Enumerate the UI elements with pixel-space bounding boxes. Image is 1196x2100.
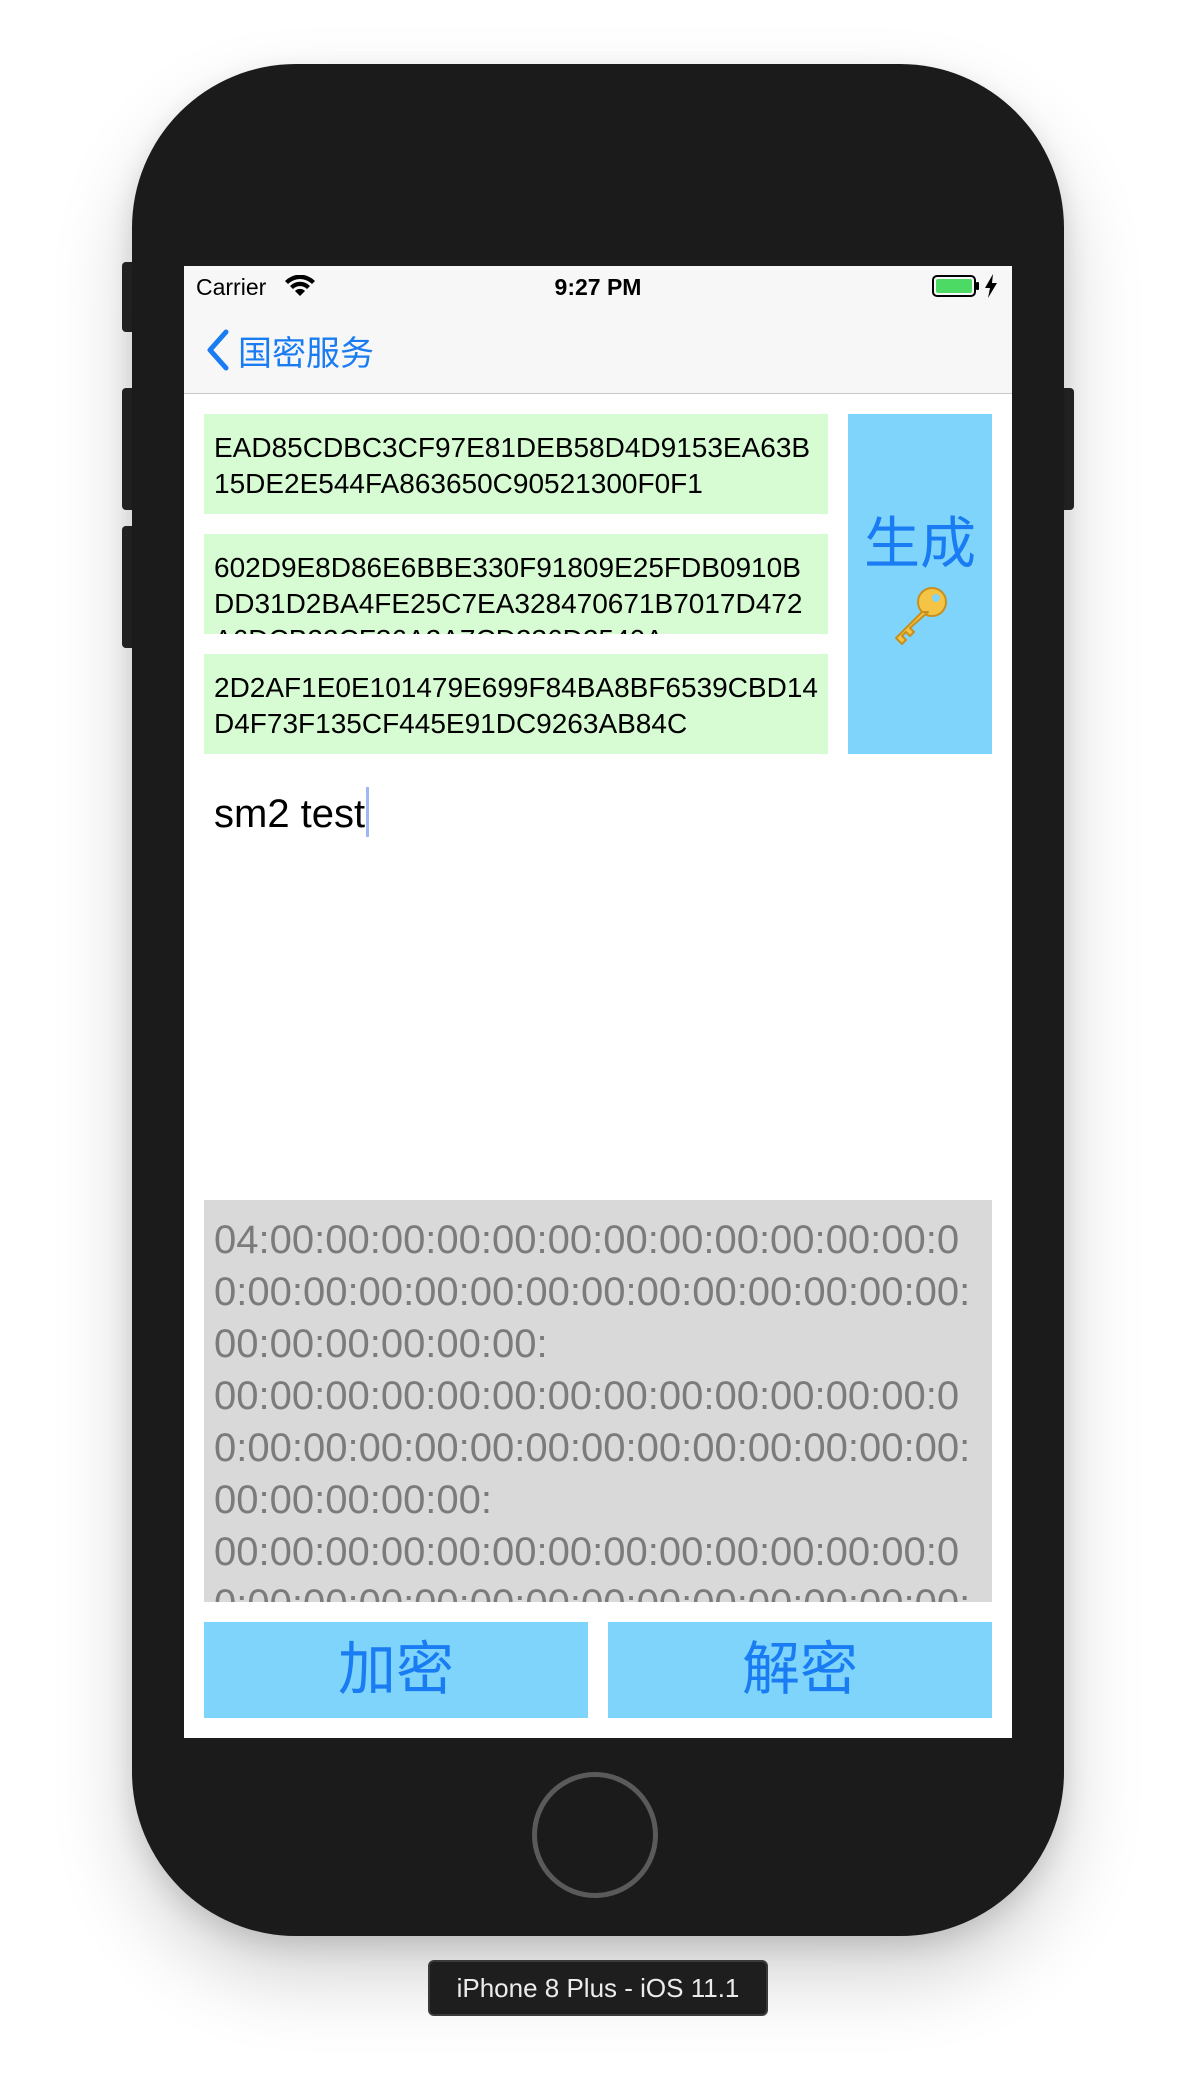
back-button[interactable]: 国密服务 bbox=[206, 324, 374, 376]
generate-key-button[interactable]: 生成 bbox=[848, 414, 992, 754]
charging-bolt-icon bbox=[985, 274, 997, 298]
key-field-3[interactable]: 2D2AF1E0E101479E699F84BA8BF6539CBD14D4F7… bbox=[204, 654, 828, 754]
battery-icon bbox=[932, 275, 979, 297]
plaintext-input[interactable]: sm2 test bbox=[204, 786, 992, 1186]
private-key-field[interactable]: EAD85CDBC3CF97E81DEB58D4D9153EA63B15DE2E… bbox=[204, 414, 828, 514]
back-button-label: 国密服务 bbox=[238, 334, 374, 373]
ciphertext-output[interactable]: 04:00:00:00:00:00:00:00:00:00:00:00:00:0… bbox=[204, 1200, 992, 1602]
app-screen: Carrier 9:27 PM 国密服务 EAD85CDBC3CF97E81DE… bbox=[184, 266, 1012, 1738]
plaintext-value: sm2 test bbox=[214, 792, 366, 836]
navigation-bar: 国密服务 bbox=[184, 306, 1012, 394]
chevron-left-icon bbox=[207, 329, 229, 371]
text-caret bbox=[366, 787, 370, 837]
encrypt-button[interactable]: 加密 bbox=[204, 1622, 588, 1718]
clock: 9:27 PM bbox=[554, 274, 642, 300]
generate-button-label: 生成 bbox=[864, 512, 976, 575]
decrypt-button[interactable]: 解密 bbox=[608, 1622, 992, 1718]
key-icon bbox=[895, 587, 947, 645]
home-button[interactable] bbox=[532, 1772, 658, 1898]
status-bar: Carrier 9:27 PM bbox=[184, 266, 1012, 306]
public-key-field[interactable]: 602D9E8D86E6BBE330F91809E25FDB0910BDD31D… bbox=[204, 534, 828, 634]
simulator-device-label: iPhone 8 Plus - iOS 11.1 bbox=[428, 1960, 768, 2016]
